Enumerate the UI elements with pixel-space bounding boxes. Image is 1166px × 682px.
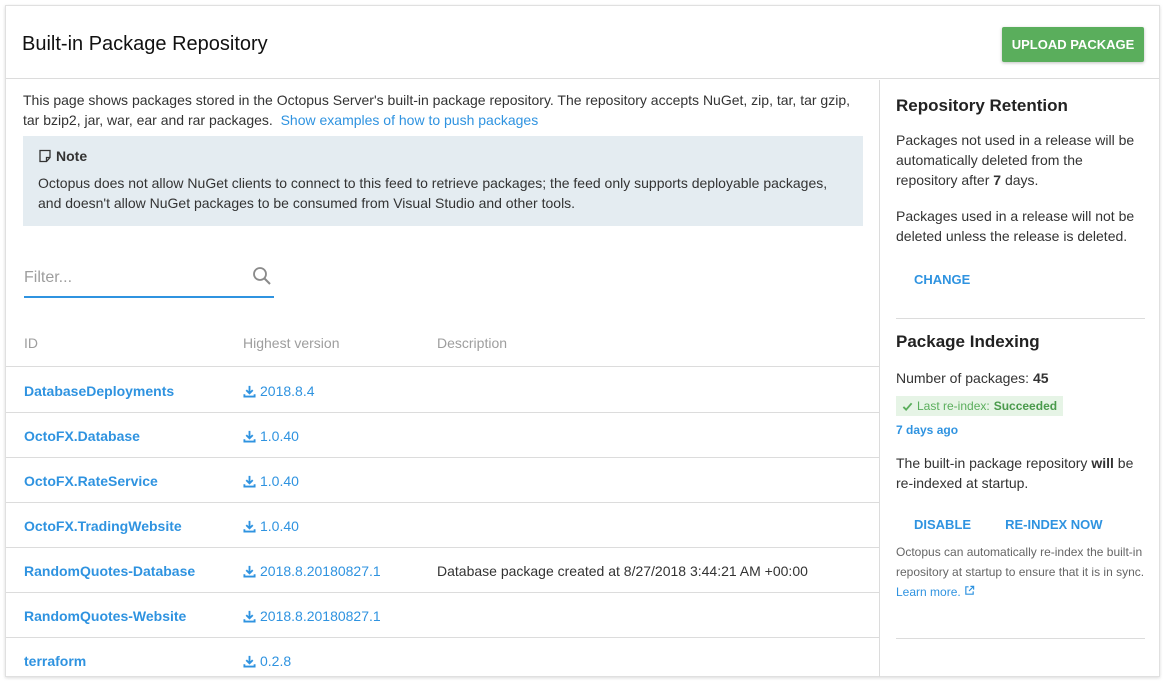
package-description: Database package created at 8/27/2018 3:… bbox=[437, 563, 808, 579]
table-row[interactable]: OctoFX.Database 1.0.40 bbox=[6, 413, 879, 458]
external-link-icon bbox=[965, 585, 975, 595]
retention-text-2: Packages used in a release will not be d… bbox=[896, 208, 1135, 244]
startup-text-bold: will bbox=[1091, 454, 1114, 471]
package-version-link[interactable]: 1.0.40 bbox=[243, 518, 299, 534]
table-row[interactable]: OctoFX.TradingWebsite 1.0.40 bbox=[6, 503, 879, 548]
repository-card: Built-in Package Repository UPLOAD PACKA… bbox=[5, 5, 1160, 677]
package-version-label: 2018.8.4 bbox=[260, 383, 315, 399]
column-header-version: Highest version bbox=[243, 335, 340, 351]
package-id-link[interactable]: RandomQuotes-Database bbox=[24, 563, 195, 579]
page-title: Built-in Package Repository bbox=[22, 33, 268, 55]
note-text: Octopus does not allow NuGet clients to … bbox=[38, 175, 828, 211]
download-icon bbox=[243, 655, 256, 668]
retention-text-1: Packages not used in a release will be a… bbox=[896, 130, 1145, 190]
retention-title: Repository Retention bbox=[896, 96, 1068, 115]
learn-more-link[interactable]: Learn more. bbox=[896, 585, 975, 599]
status-badge: Last re-index: Succeeded bbox=[896, 396, 1064, 416]
change-button[interactable]: CHANGE bbox=[914, 272, 970, 287]
package-version-link[interactable]: 1.0.40 bbox=[243, 428, 299, 444]
sidebar-divider-bottom bbox=[896, 638, 1145, 639]
package-id-link[interactable]: OctoFX.TradingWebsite bbox=[24, 518, 182, 534]
filter-input[interactable] bbox=[24, 266, 234, 290]
download-icon bbox=[243, 520, 256, 533]
last-reindex-row: Last re-index: Succeeded bbox=[896, 396, 1145, 417]
reindex-startup-text: The built-in package repository will be … bbox=[896, 453, 1145, 493]
check-icon bbox=[902, 402, 913, 411]
package-version-link[interactable]: 1.0.40 bbox=[243, 473, 299, 489]
package-version-label: 0.2.8 bbox=[260, 653, 292, 669]
package-id-link[interactable]: RandomQuotes-Website bbox=[24, 608, 186, 624]
package-count: Number of packages: 45 bbox=[896, 368, 1145, 388]
table-row[interactable]: OctoFX.RateService 1.0.40 bbox=[6, 458, 879, 503]
table-header: ID Highest version Description bbox=[6, 327, 879, 367]
sidebar-divider bbox=[896, 318, 1145, 319]
filter-field[interactable] bbox=[24, 258, 274, 298]
package-version-label: 1.0.40 bbox=[260, 428, 299, 444]
download-icon bbox=[243, 385, 256, 398]
package-count-value: 45 bbox=[1032, 370, 1049, 386]
package-version-link[interactable]: 0.2.8 bbox=[243, 653, 291, 669]
package-version-label: 2018.8.20180827.1 bbox=[260, 563, 381, 579]
package-count-label: Number of packages: bbox=[896, 370, 1033, 386]
note-title-label: Note bbox=[56, 148, 88, 164]
last-reindex-label: Last re-index: bbox=[917, 399, 990, 413]
indexing-title: Package Indexing bbox=[896, 332, 1040, 351]
sidebar: Repository Retention Packages not used i… bbox=[879, 80, 1159, 677]
indexing-actions: DISABLE RE-INDEX NOW bbox=[914, 517, 1145, 532]
search-icon[interactable] bbox=[252, 266, 272, 286]
indexing-help-text: Octopus can automatically re-index the b… bbox=[896, 542, 1145, 602]
indexing-section: Package Indexing Number of packages: 45 … bbox=[896, 332, 1145, 602]
last-reindex-status: Succeeded bbox=[993, 399, 1058, 413]
package-id-link[interactable]: DatabaseDeployments bbox=[24, 383, 174, 399]
note-title: Note bbox=[38, 148, 848, 164]
package-version-link[interactable]: 2018.8.4 bbox=[243, 383, 315, 399]
package-id-link[interactable]: OctoFX.Database bbox=[24, 428, 140, 444]
card-header: Built-in Package Repository UPLOAD PACKA… bbox=[6, 6, 1159, 79]
table-row[interactable]: RandomQuotes-Database 2018.8.20180827.1 Da… bbox=[6, 548, 879, 593]
indexing-help-body: Octopus can automatically re-index the b… bbox=[896, 544, 1145, 579]
package-id-link[interactable]: terraform bbox=[24, 653, 86, 669]
column-header-description: Description bbox=[437, 335, 508, 351]
package-id-link[interactable]: OctoFX.RateService bbox=[24, 473, 158, 489]
disable-button[interactable]: DISABLE bbox=[914, 517, 971, 532]
retention-days: 7 bbox=[993, 172, 1002, 188]
column-header-id: ID bbox=[24, 335, 38, 351]
main-panel: This page shows packages stored in the O… bbox=[6, 80, 879, 677]
note-box: Note Octopus does not allow NuGet client… bbox=[23, 136, 863, 226]
reindex-now-button[interactable]: RE-INDEX NOW bbox=[1005, 517, 1103, 532]
download-icon bbox=[243, 565, 256, 578]
retention-text-suffix: days. bbox=[1001, 172, 1039, 188]
table-row[interactable]: DatabaseDeployments 2018.8.4 bbox=[6, 368, 879, 413]
note-icon bbox=[39, 149, 51, 163]
last-reindex-time[interactable]: 7 days ago bbox=[896, 423, 1145, 437]
retention-section: Repository Retention Packages not used i… bbox=[896, 96, 1145, 289]
table-row[interactable]: RandomQuotes-Website 2018.8.20180827.1 bbox=[6, 593, 879, 638]
download-icon bbox=[243, 430, 256, 443]
learn-more-label: Learn more. bbox=[896, 584, 961, 599]
package-version-label: 2018.8.20180827.1 bbox=[260, 608, 381, 624]
package-version-label: 1.0.40 bbox=[260, 518, 299, 534]
download-icon bbox=[243, 610, 256, 623]
download-icon bbox=[243, 475, 256, 488]
push-examples-link[interactable]: Show examples of how to push packages bbox=[281, 112, 539, 128]
table-row[interactable]: terraform 0.2.8 bbox=[6, 638, 879, 682]
package-version-link[interactable]: 2018.8.20180827.1 bbox=[243, 563, 381, 579]
startup-text-prefix: The built-in package repository bbox=[896, 454, 1092, 471]
intro-text: This page shows packages stored in the O… bbox=[23, 90, 863, 130]
upload-package-button[interactable]: UPLOAD PACKAGE bbox=[1002, 27, 1144, 62]
package-version-link[interactable]: 2018.8.20180827.1 bbox=[243, 608, 381, 624]
package-version-label: 1.0.40 bbox=[260, 473, 299, 489]
